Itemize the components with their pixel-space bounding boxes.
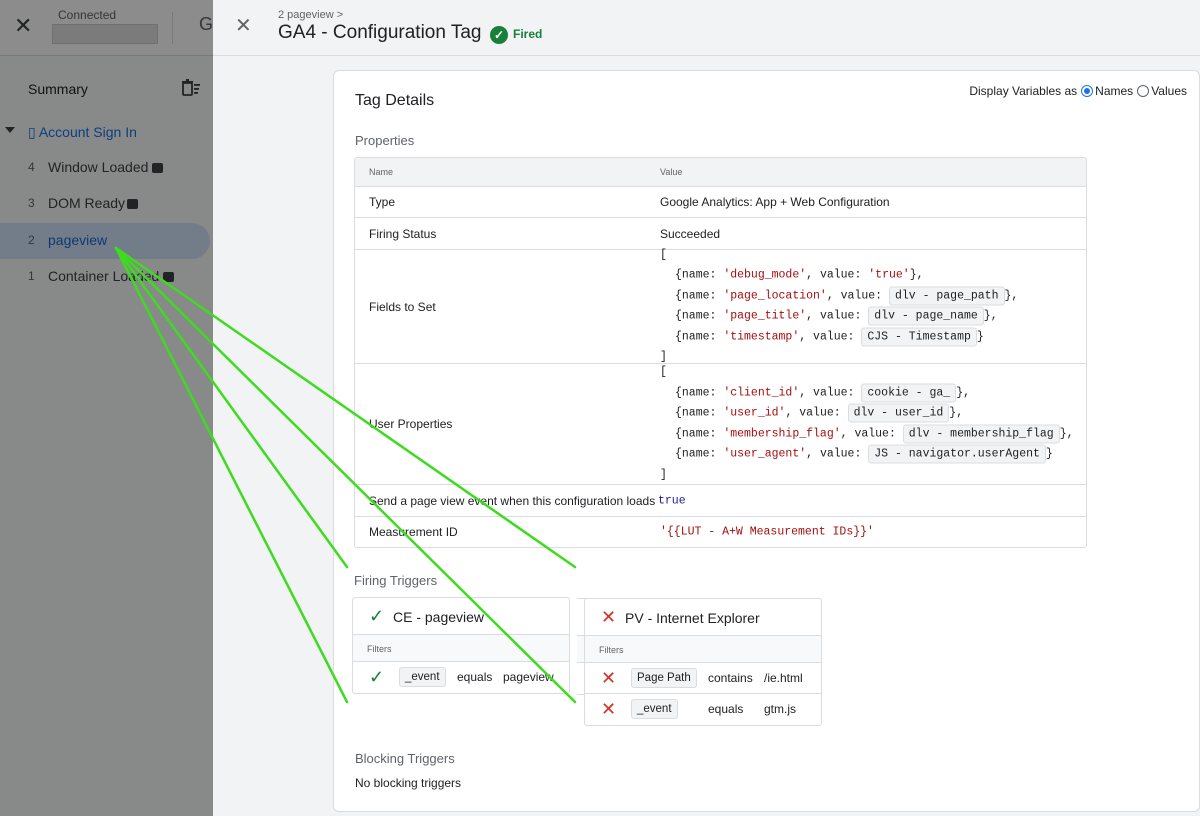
- annotation-line: [114, 246, 349, 569]
- annotation-line: [114, 246, 577, 569]
- annotation-line: [114, 246, 349, 704]
- annotation-arrows: [114, 246, 577, 704]
- annotation-line: [114, 246, 577, 704]
